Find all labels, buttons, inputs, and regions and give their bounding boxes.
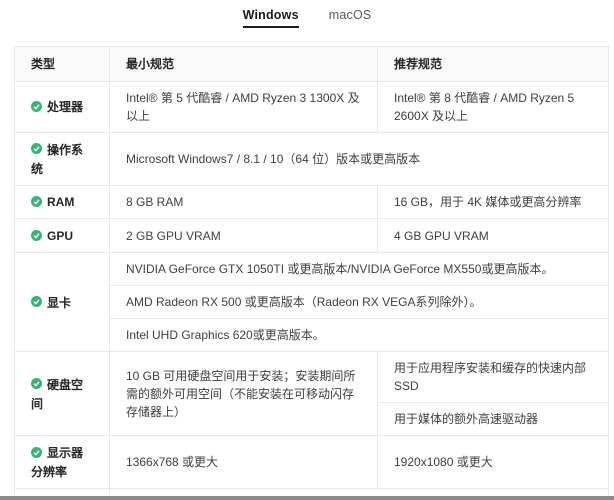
row-label: 显卡 [47,296,71,310]
col-header-type: 类型 [15,47,110,82]
window-bottom-edge [0,496,614,500]
graphics-intel-cell: Intel UHD Graphics 620或更高版本。 [110,319,609,352]
check-icon [31,196,42,207]
ram-min-cell: 8 GB RAM [110,185,378,219]
display-rec-cell: 1920x1080 或更大 [378,436,609,489]
row-label-cell-disk: 硬盘空间 [15,352,110,436]
tab-windows[interactable]: Windows [243,8,299,28]
check-icon [31,296,42,307]
check-icon [31,101,42,112]
check-icon [31,143,42,154]
platform-tabs: Windows macOS [0,0,614,30]
table-row-gpu: GPU 2 GB GPU VRAM 4 GB GPU VRAM [15,219,609,253]
check-icon [31,230,42,241]
table-header-row: 类型 最小规范 推荐规范 [15,47,609,82]
os-spec-cell: Microsoft Windows7 / 8.1 / 10（64 位）版本或更高… [110,133,609,186]
requirements-table: 类型 最小规范 推荐规范 处理器 Intel® 第 5 代酷睿 / AMD Ry… [14,46,609,500]
col-header-rec: 推荐规范 [378,47,609,82]
cpu-min-cell: Intel® 第 5 代酷睿 / AMD Ryzen 3 1300X 及以上 [110,82,378,133]
table-row-cpu: 处理器 Intel® 第 5 代酷睿 / AMD Ryzen 3 1300X 及… [15,82,609,133]
graphics-amd-cell: AMD Radeon RX 500 或更高版本（Radeon RX VEGA系列… [110,286,609,319]
row-label: 处理器 [47,100,83,114]
row-label: GPU [47,229,73,243]
row-label-cell-graphics: 显卡 [15,253,110,352]
graphics-nvidia-cell: NVIDIA GeForce GTX 1050TI 或更高版本/NVIDIA G… [110,253,609,286]
ram-rec-cell: 16 GB，用于 4K 媒体或更高分辨率 [378,185,609,219]
row-label-cell-ram: RAM [15,185,110,219]
table-row-ram: RAM 8 GB RAM 16 GB，用于 4K 媒体或更高分辨率 [15,185,609,219]
table-row-os: 操作系统 Microsoft Windows7 / 8.1 / 10（64 位）… [15,133,609,186]
row-label-cell-cpu: 处理器 [15,82,110,133]
disk-min-cell: 10 GB 可用硬盘空间用于安装；安装期间所需的额外可用空间（不能安装在可移动闪… [110,352,378,436]
gpu-rec-cell: 4 GB GPU VRAM [378,219,609,253]
display-min-cell: 1366x768 或更大 [110,436,378,489]
system-requirements-page: Windows macOS 类型 最小规范 推荐规范 处理器 Intel® [0,0,614,500]
cpu-rec-cell: Intel® 第 8 代酷睿 / AMD Ryzen 5 2600X 及以上 [378,82,609,133]
col-header-min: 最小规范 [110,47,378,82]
row-label-cell-gpu: GPU [15,219,110,253]
row-label-cell-display: 显示器分辨率 [15,436,110,489]
table-row-disk: 硬盘空间 10 GB 可用硬盘空间用于安装；安装期间所需的额外可用空间（不能安装… [15,352,609,403]
table-row-graphics: 显卡 NVIDIA GeForce GTX 1050TI 或更高版本/NVIDI… [15,253,609,286]
tab-macos[interactable]: macOS [329,8,372,26]
row-label: RAM [47,195,74,209]
gpu-min-cell: 2 GB GPU VRAM [110,219,378,253]
table-row-display: 显示器分辨率 1366x768 或更大 1920x1080 或更大 [15,436,609,489]
row-label-cell-os: 操作系统 [15,133,110,186]
check-icon [31,378,42,389]
disk-rec-media-cell: 用于媒体的额外高速驱动器 [378,403,609,436]
disk-rec-ssd-cell: 用于应用程序安装和缓存的快速内部 SSD [378,352,609,403]
check-icon [31,447,42,458]
